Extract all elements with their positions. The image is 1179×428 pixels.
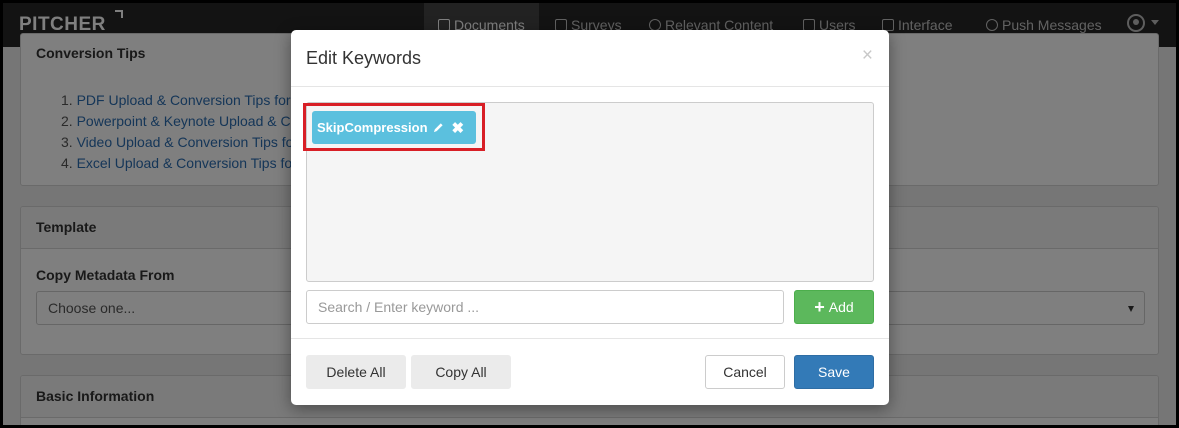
close-icon[interactable]: ×	[862, 45, 873, 67]
add-label: Add	[828, 299, 854, 315]
modal-footer-divider	[291, 338, 889, 339]
plus-icon: +	[814, 296, 825, 317]
delete-all-button[interactable]: Delete All	[306, 355, 406, 389]
pencil-icon[interactable]	[433, 122, 444, 133]
cancel-button[interactable]: Cancel	[705, 355, 785, 389]
app-window: PITCHER Documents Surveys Relevant Conte…	[3, 3, 1176, 425]
copy-all-button[interactable]: Copy All	[411, 355, 511, 389]
modal-title: Edit Keywords	[306, 48, 422, 68]
keyword-tag[interactable]: SkipCompression ✖	[312, 111, 476, 144]
keyword-search-input[interactable]	[306, 290, 784, 324]
add-keyword-button[interactable]: + Add	[794, 290, 874, 324]
save-button[interactable]: Save	[794, 355, 874, 389]
keyword-label: SkipCompression	[317, 120, 428, 135]
keywords-container: SkipCompression ✖	[303, 102, 874, 282]
modal-header: Edit Keywords ×	[291, 30, 889, 87]
remove-keyword-icon[interactable]: ✖	[452, 119, 465, 137]
edit-keywords-modal: Edit Keywords × SkipCompression ✖ +Add D…	[291, 30, 889, 405]
